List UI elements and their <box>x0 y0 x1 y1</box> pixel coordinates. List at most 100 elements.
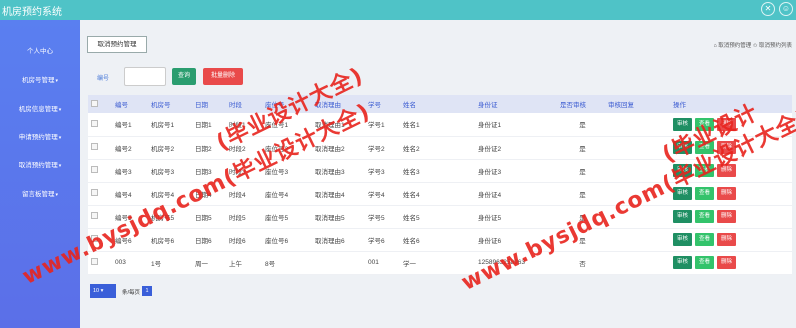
view-button[interactable]: 查看 <box>695 187 715 200</box>
table-cell: 身份证2 <box>475 136 557 160</box>
delete-button[interactable]: 删除 <box>717 187 737 200</box>
close-icon[interactable]: ✕ <box>761 2 775 16</box>
table-row[interactable]: 编号6 机房号6 日期6 时段6 座位号6 取消理由6 学号6 姓名6 身份证6 是审核 查看 删除 <box>88 228 792 252</box>
table-cell: 学号2 <box>365 136 400 160</box>
sidebar-item-cancel-booking[interactable]: 取消预约管理▾ <box>0 159 80 169</box>
chevron-down-icon: ▾ <box>58 107 62 113</box>
header-select-all[interactable] <box>88 95 112 113</box>
row-select-cell <box>88 159 112 183</box>
table-cell: 编号3 <box>112 159 148 183</box>
audit-button[interactable]: 审核 <box>673 256 693 269</box>
table-cell: 是 <box>557 136 605 160</box>
table-cell: 身份证4 <box>475 182 557 206</box>
table-cell: 座位号6 <box>262 228 312 252</box>
table-cell: 取消理由6 <box>312 228 365 252</box>
row-actions: 审核 查看 删除 <box>670 205 792 229</box>
page-size-select[interactable]: 10 ▾ <box>90 284 116 298</box>
sidebar-item-room-number[interactable]: 机房号管理▾ <box>0 74 80 84</box>
breadcrumb: ⌂ 取消预约管理 ✩ 取消预约列表 <box>713 41 792 49</box>
page-size-label: 条/每页 <box>122 290 141 296</box>
chevron-down-icon: ▾ <box>55 78 58 84</box>
table-cell: 否 <box>557 251 605 275</box>
table-cell: 姓名6 <box>400 228 475 252</box>
batch-delete-button[interactable]: 批量删除 <box>203 68 243 85</box>
column-header: 编号 <box>112 95 148 113</box>
app-title: 机房预约系统 <box>2 7 62 18</box>
table-cell: 周一 <box>192 251 226 275</box>
search-input[interactable] <box>124 67 166 86</box>
table-cell <box>605 228 670 252</box>
table-row[interactable]: 003 1号 周一 上午 8号 001 学一 1258963258963 否审核 查看 删除 <box>88 251 792 275</box>
page-size-value: 10 <box>93 288 100 294</box>
table-cell: 取消理由3 <box>312 159 365 183</box>
sidebar-item-label: 机房信息管理 <box>18 106 58 113</box>
table-cell: 8号 <box>262 251 312 275</box>
sidebar-item-label: 个人中心 <box>27 48 53 55</box>
table-cell: 身份证3 <box>475 159 557 183</box>
view-button[interactable]: 查看 <box>695 210 715 223</box>
sidebar-item-personal-center[interactable]: 个人中心 <box>0 45 80 55</box>
row-checkbox[interactable] <box>91 143 98 150</box>
current-page-button[interactable]: 1 <box>142 286 152 296</box>
table-cell: 姓名3 <box>400 159 475 183</box>
table-cell: 学号3 <box>365 159 400 183</box>
table-cell: 日期6 <box>192 228 226 252</box>
select-all-checkbox[interactable] <box>91 99 98 107</box>
chevron-down-icon: ▾ <box>58 135 62 141</box>
delete-button[interactable]: 删除 <box>717 256 737 269</box>
search-label: 编号 <box>97 76 110 82</box>
row-checkbox[interactable] <box>91 166 98 173</box>
row-select-cell <box>88 182 112 206</box>
sidebar-item-label: 机房号管理 <box>21 77 55 84</box>
table-header-row: 编号 机房号 日期 时段 座位号 取消理由 学号 姓名 身份证 是否审核 审核回… <box>88 95 792 113</box>
sidebar-item-message-board[interactable]: 留言板管理▾ <box>0 188 80 198</box>
sidebar-item-room-info[interactable]: 机房信息管理▾ <box>0 103 80 113</box>
table-cell: 座位号5 <box>262 205 312 229</box>
search-button[interactable]: 查询 <box>172 68 196 85</box>
star-icon: ✩ <box>752 43 758 49</box>
table-cell: 编号2 <box>112 136 148 160</box>
table-cell: 机房号6 <box>148 228 192 252</box>
table-cell: 姓名2 <box>400 136 475 160</box>
home-icon[interactable]: ⌂ <box>713 43 716 49</box>
table-cell: 001 <box>365 251 400 275</box>
table-cell: 是 <box>557 159 605 183</box>
row-select-cell <box>88 136 112 160</box>
row-checkbox[interactable] <box>91 189 98 196</box>
table-cell: 1号 <box>148 251 192 275</box>
audit-button[interactable]: 审核 <box>673 210 693 223</box>
table-cell <box>312 251 365 275</box>
table-cell: 时段6 <box>226 228 262 252</box>
delete-button[interactable]: 删除 <box>717 233 737 246</box>
column-header: 机房号 <box>148 95 192 113</box>
row-checkbox[interactable] <box>91 119 98 127</box>
delete-button[interactable]: 删除 <box>717 210 737 223</box>
table-cell: 姓名4 <box>400 182 475 206</box>
table-cell: 机房号2 <box>148 136 192 160</box>
tab-cancel-booking[interactable]: 取消预约管理 <box>87 36 147 53</box>
table-cell: 学号5 <box>365 205 400 229</box>
column-header: 姓名 <box>400 95 475 113</box>
audit-button[interactable]: 审核 <box>673 233 693 246</box>
table-cell: 机房号1 <box>148 113 192 137</box>
sidebar-item-label: 申请预约管理 <box>18 134 58 141</box>
chevron-down-icon: ▾ <box>58 163 62 169</box>
table-cell: 座位号4 <box>262 182 312 206</box>
breadcrumb-current: 取消预约列表 <box>758 43 792 49</box>
sidebar-item-apply-booking[interactable]: 申请预约管理▾ <box>0 131 80 141</box>
table-cell: 是 <box>557 113 605 137</box>
sidebar-item-label: 留言板管理 <box>21 191 55 198</box>
table-cell: 时段5 <box>226 205 262 229</box>
view-button[interactable]: 查看 <box>695 256 715 269</box>
column-header: 身份证 <box>475 95 557 113</box>
row-checkbox[interactable] <box>91 212 98 219</box>
table-cell: 身份证1 <box>475 113 557 137</box>
row-actions: 审核 查看 删除 <box>670 228 792 252</box>
column-header: 学号 <box>365 95 400 113</box>
table-cell: 姓名5 <box>400 205 475 229</box>
breadcrumb-home[interactable]: 取消预约管理 <box>718 43 751 49</box>
table-cell: 003 <box>112 251 148 275</box>
column-header: 审核回复 <box>605 95 670 113</box>
view-button[interactable]: 查看 <box>695 233 715 246</box>
user-icon[interactable]: ☺ <box>779 2 793 16</box>
